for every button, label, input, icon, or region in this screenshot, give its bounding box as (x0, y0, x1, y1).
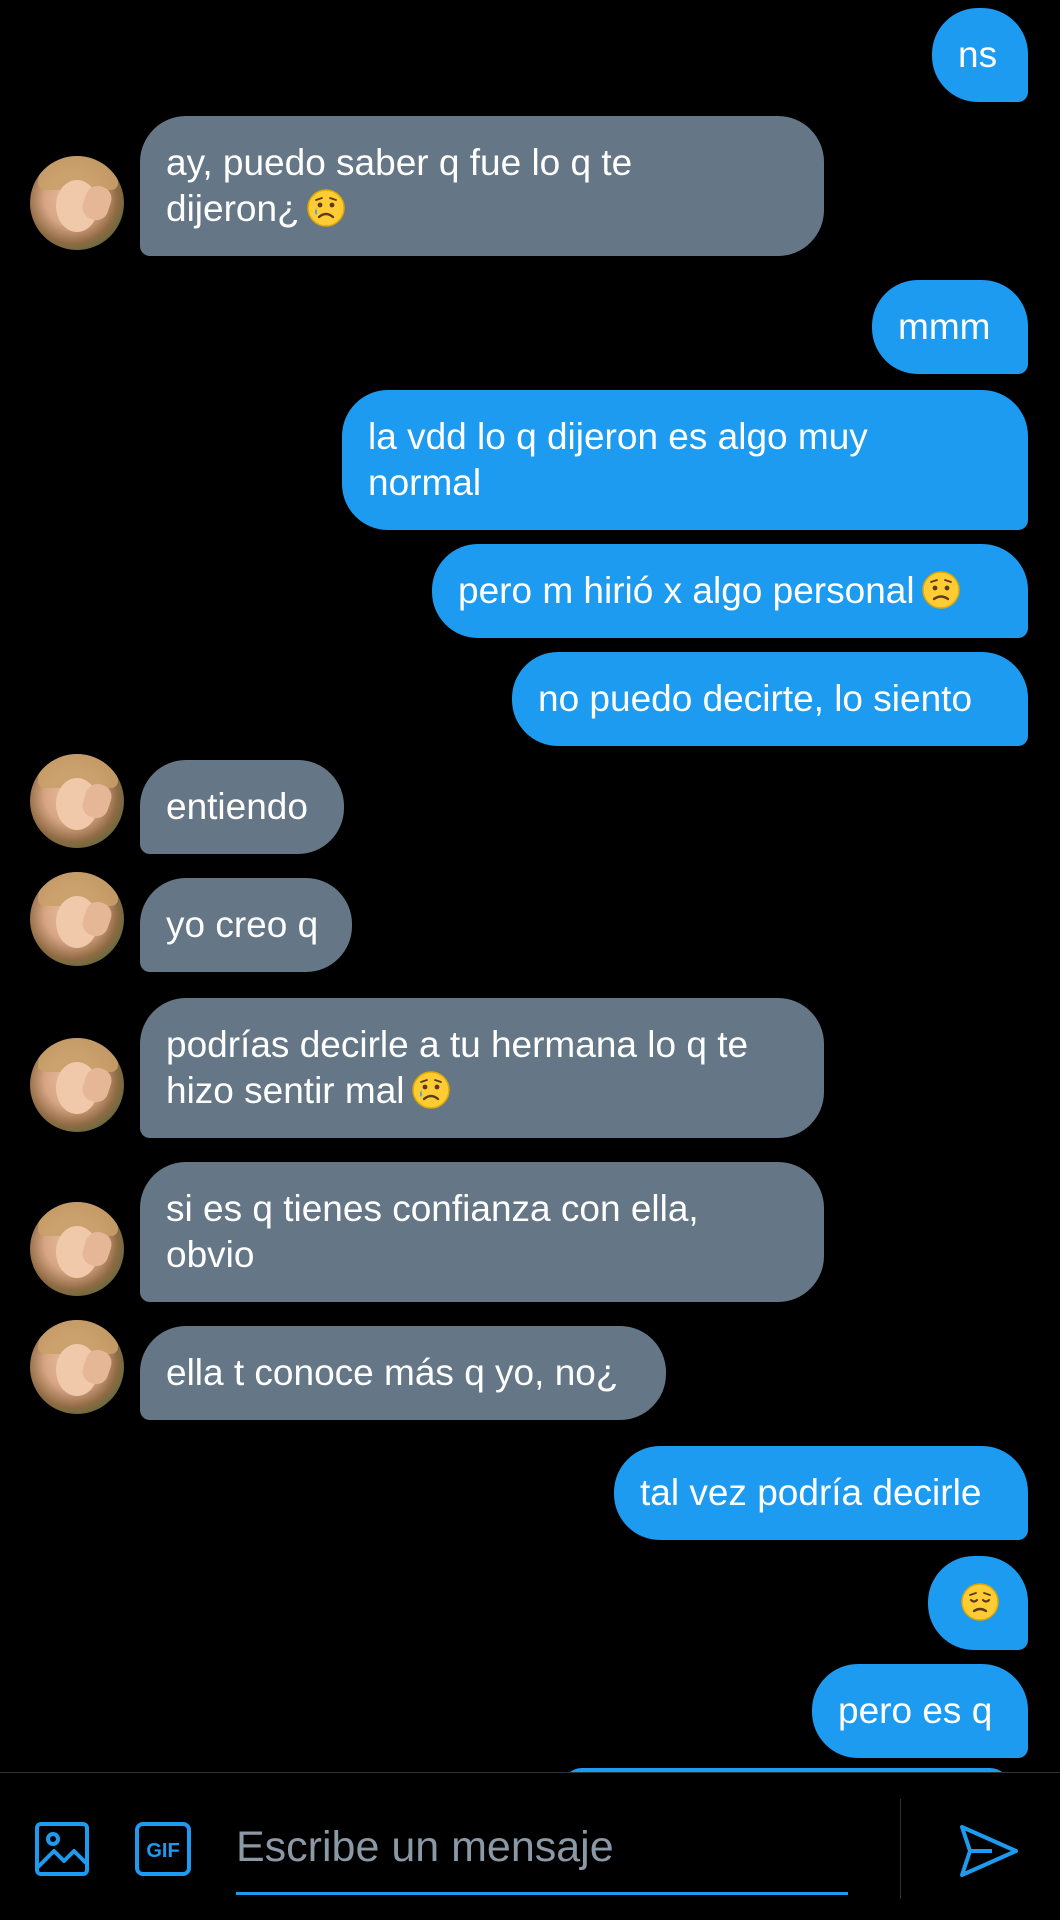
message-text: mmm (898, 306, 991, 347)
message-bubble[interactable]: no puedo decirte, lo siento (512, 652, 1028, 746)
message-bubble[interactable] (928, 1556, 1028, 1650)
message-text: tal vez podría decirle (640, 1472, 982, 1513)
message-text: pero m hirió x algo personal (458, 570, 915, 611)
message-text: ay, puedo saber q fue lo q te dijeron¿ (166, 142, 633, 229)
message-bubble[interactable]: pero es q (812, 1664, 1028, 1758)
send-icon[interactable] (958, 1821, 1020, 1881)
avatar[interactable] (30, 754, 124, 848)
message-bubble[interactable]: si es q tienes confianza con ella, obvio (140, 1162, 824, 1302)
message-bubble[interactable]: ns (932, 8, 1028, 102)
message-bubble[interactable]: la vdd lo q dijeron es algo muy normal (342, 390, 1028, 530)
message-bubble[interactable]: yo creo q (140, 878, 352, 972)
message-bubble[interactable]: ay, puedo saber q fue lo q te dijeron¿ (140, 116, 824, 256)
message-text: pero es q (838, 1690, 993, 1731)
message-text: yo creo q (166, 904, 319, 945)
avatar[interactable] (30, 1038, 124, 1132)
image-icon[interactable] (34, 1821, 90, 1877)
message-bubble[interactable]: tal vez podría decirle (614, 1446, 1028, 1540)
message-bubble[interactable]: entiendo (140, 760, 344, 854)
message-bubble[interactable]: pero m hirió x algo personal (432, 544, 1028, 638)
message-text: podrías decirle a tu hermana lo q te hiz… (166, 1024, 749, 1111)
message-composer: GIF (0, 1772, 1060, 1920)
message-text: ns (958, 34, 998, 75)
message-input[interactable] (236, 1803, 848, 1895)
sad-tear-emoji-icon (306, 189, 345, 227)
message-text: ella t conoce más q yo, no¿ (166, 1352, 619, 1393)
composer-divider (900, 1799, 901, 1899)
avatar[interactable] (30, 1202, 124, 1296)
sad-tear-emoji-icon (411, 1071, 450, 1109)
message-bubble[interactable]: podrías decirle a tu hermana lo q te hiz… (140, 998, 824, 1138)
message-text: entiendo (166, 786, 308, 827)
message-list[interactable]: ns ay, puedo saber q fue lo q te dijeron¿… (0, 0, 1060, 1772)
message-text: la vdd lo q dijeron es algo muy normal (368, 416, 868, 503)
message-text: no puedo decirte, lo siento (538, 678, 973, 719)
message-text: si es q tienes confianza con ella, obvio (166, 1188, 699, 1275)
avatar[interactable] (30, 1320, 124, 1414)
message-bubble[interactable]: mmm (872, 280, 1028, 374)
avatar[interactable] (30, 156, 124, 250)
message-bubble[interactable]: ella t conoce más q yo, no¿ (140, 1326, 666, 1420)
worried-emoji-icon (921, 571, 960, 609)
gif-icon[interactable]: GIF (134, 1821, 192, 1877)
gif-icon-label: GIF (146, 1840, 179, 1862)
avatar[interactable] (30, 872, 124, 966)
disappointed-emoji-icon (961, 1583, 999, 1621)
